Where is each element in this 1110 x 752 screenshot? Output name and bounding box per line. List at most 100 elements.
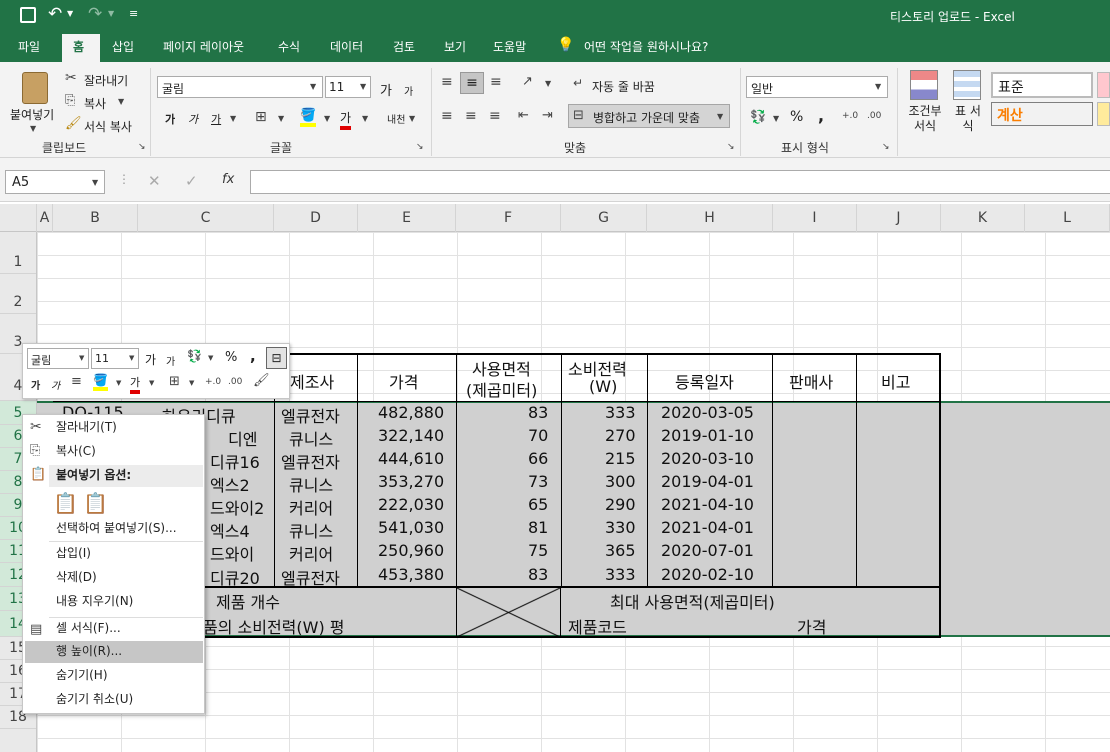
conditional-format-icon[interactable] xyxy=(910,70,938,100)
comma-button[interactable]: , xyxy=(818,106,824,125)
tab-review[interactable]: 검토 xyxy=(393,38,415,55)
price-label[interactable]: 가격 xyxy=(797,614,826,638)
menu-unhide[interactable]: 숨기기 취소(U) xyxy=(56,688,236,711)
font-name-select[interactable]: 굴림 ▼ xyxy=(157,76,323,98)
mini-bold[interactable]: 가 xyxy=(31,377,40,392)
font-launcher-icon[interactable]: ↘ xyxy=(416,142,424,152)
alignment-launcher-icon[interactable]: ↘ xyxy=(727,142,735,152)
col-header-j[interactable]: J xyxy=(857,204,941,232)
cell-date[interactable]: 2021-04-10 xyxy=(661,495,754,514)
cell-area[interactable]: 83 xyxy=(528,565,548,584)
cell-date[interactable]: 2020-03-05 xyxy=(661,403,754,422)
menu-row-height[interactable]: 행 높이(R)... xyxy=(56,640,236,663)
chevron-down-icon[interactable]: ▼ xyxy=(189,379,194,387)
menu-hide[interactable]: 숨기기(H) xyxy=(56,664,236,687)
cell-maker[interactable]: 엘큐전자 xyxy=(281,565,340,589)
col-header-d[interactable]: D xyxy=(274,204,358,232)
cell-price[interactable]: 250,960 xyxy=(378,541,444,560)
col-header-g[interactable]: G xyxy=(561,204,647,232)
redo-dropdown-icon[interactable]: ▼ xyxy=(108,9,114,18)
decrease-decimal-icon[interactable]: .00 xyxy=(867,111,881,121)
menu-clear-contents[interactable]: 내용 지우기(N) xyxy=(56,590,236,613)
chevron-down-icon[interactable]: ▼ xyxy=(208,354,213,362)
cell-area[interactable]: 66 xyxy=(528,449,548,468)
col-header-h[interactable]: H xyxy=(647,204,773,232)
chevron-down-icon[interactable]: ▼ xyxy=(362,114,368,123)
mini-size-select[interactable]: 11 ▼ xyxy=(91,348,139,369)
cell-area[interactable]: 73 xyxy=(528,472,548,491)
grow-font-button[interactable]: 가 xyxy=(380,80,392,99)
underline-button[interactable]: 가 xyxy=(211,111,221,127)
chevron-down-icon[interactable]: ▼ xyxy=(230,114,236,123)
align-center-icon[interactable]: ≡ xyxy=(465,108,477,124)
select-all-corner[interactable] xyxy=(0,204,37,232)
chevron-down-icon[interactable]: ▼ xyxy=(545,79,551,88)
conditional-format-button[interactable]: 조건부 서식 xyxy=(905,104,945,134)
cell-date[interactable]: 2020-02-10 xyxy=(661,565,754,584)
cell-date[interactable]: 2021-04-01 xyxy=(661,518,754,537)
cell-price[interactable]: 353,270 xyxy=(378,472,444,491)
menu-copy[interactable]: 복사(C) xyxy=(56,440,236,463)
fill-color-icon[interactable]: 🪣 xyxy=(300,108,317,127)
col-header-k[interactable]: K xyxy=(941,204,1025,232)
col-header-l[interactable]: L xyxy=(1025,204,1110,232)
style-calc[interactable]: 계산 xyxy=(991,102,1093,126)
orientation-icon[interactable]: ↗ xyxy=(522,74,533,89)
tab-help[interactable]: 도움말 xyxy=(493,38,526,55)
chevron-down-icon[interactable]: ▼ xyxy=(324,114,330,123)
cell-price[interactable]: 222,030 xyxy=(378,495,444,514)
product-code-label[interactable]: 제품코드 xyxy=(568,614,627,638)
align-top-icon[interactable]: ≡ xyxy=(441,74,453,90)
col-header-b[interactable]: B xyxy=(53,204,138,232)
merge-center-button[interactable]: ⊟ 병합하고 가운데 맞춤 ▼ xyxy=(568,104,730,128)
table-format-button[interactable]: 표 서식 xyxy=(952,104,984,134)
cell-area[interactable]: 70 xyxy=(528,426,548,445)
cell-power[interactable]: 333 xyxy=(605,403,636,422)
style-normal[interactable]: 표준 xyxy=(991,72,1093,98)
paste-icon[interactable] xyxy=(22,72,48,104)
mini-increase-decimal-icon[interactable]: +.0 xyxy=(205,377,221,387)
cell-area[interactable]: 81 xyxy=(528,518,548,537)
redo-icon[interactable]: ↷ xyxy=(88,4,102,24)
formula-input[interactable] xyxy=(250,170,1110,194)
menu-cut[interactable]: 잘라내기(T) xyxy=(56,416,236,439)
cell-power[interactable]: 333 xyxy=(605,565,636,584)
accounting-format-icon[interactable]: 💱 xyxy=(750,110,766,125)
cell-area[interactable]: 75 xyxy=(528,541,548,560)
font-color-button[interactable]: 가 xyxy=(340,109,352,130)
cell-date[interactable]: 2019-04-01 xyxy=(661,472,754,491)
clipboard-launcher-icon[interactable]: ↘ xyxy=(138,142,146,152)
style-check-partial[interactable] xyxy=(1097,102,1110,126)
cell-maker[interactable]: 엘큐전자 xyxy=(281,449,340,473)
cell-power[interactable]: 300 xyxy=(605,472,636,491)
undo-dropdown-icon[interactable]: ▼ xyxy=(67,9,73,18)
style-bad-partial[interactable] xyxy=(1097,72,1110,98)
cell-power[interactable]: 270 xyxy=(605,426,636,445)
tab-home[interactable]: 홈 xyxy=(73,38,84,55)
col-header-f[interactable]: F xyxy=(456,204,561,232)
paste-button[interactable]: 붙여넣기 xyxy=(10,106,54,123)
cell-price[interactable]: 453,380 xyxy=(378,565,444,584)
decrease-indent-icon[interactable]: ⇤ xyxy=(518,108,529,123)
increase-indent-icon[interactable]: ⇥ xyxy=(542,108,553,123)
table-format-icon[interactable] xyxy=(953,70,981,100)
mini-font-select[interactable]: 굴림 ▼ xyxy=(27,348,89,369)
mini-format-painter-icon[interactable]: 🖌 xyxy=(253,373,270,388)
cell-area[interactable]: 65 xyxy=(528,495,548,514)
paste-dropdown-icon[interactable]: ▼ xyxy=(30,124,36,133)
cell-date[interactable]: 2019-01-10 xyxy=(661,426,754,445)
enter-icon[interactable]: ✓ xyxy=(185,172,198,190)
font-size-select[interactable]: 11 ▼ xyxy=(325,76,371,98)
cell-maker[interactable]: 커리어 xyxy=(289,541,333,565)
cell-power[interactable]: 290 xyxy=(605,495,636,514)
cancel-icon[interactable]: ✕ xyxy=(148,172,161,190)
mini-merge-icon[interactable]: ⊟ xyxy=(266,347,287,369)
col-header-i[interactable]: I xyxy=(773,204,857,232)
cell-date[interactable]: 2020-03-10 xyxy=(661,449,754,468)
menu-delete[interactable]: 삭제(D) xyxy=(56,566,236,589)
increase-decimal-icon[interactable]: +.0 xyxy=(842,111,858,121)
number-launcher-icon[interactable]: ↘ xyxy=(882,142,890,152)
italic-button[interactable]: 가 xyxy=(188,111,198,127)
align-bottom-icon[interactable]: ≡ xyxy=(490,74,502,90)
cell-name[interactable]: 드와이2 xyxy=(210,495,264,519)
